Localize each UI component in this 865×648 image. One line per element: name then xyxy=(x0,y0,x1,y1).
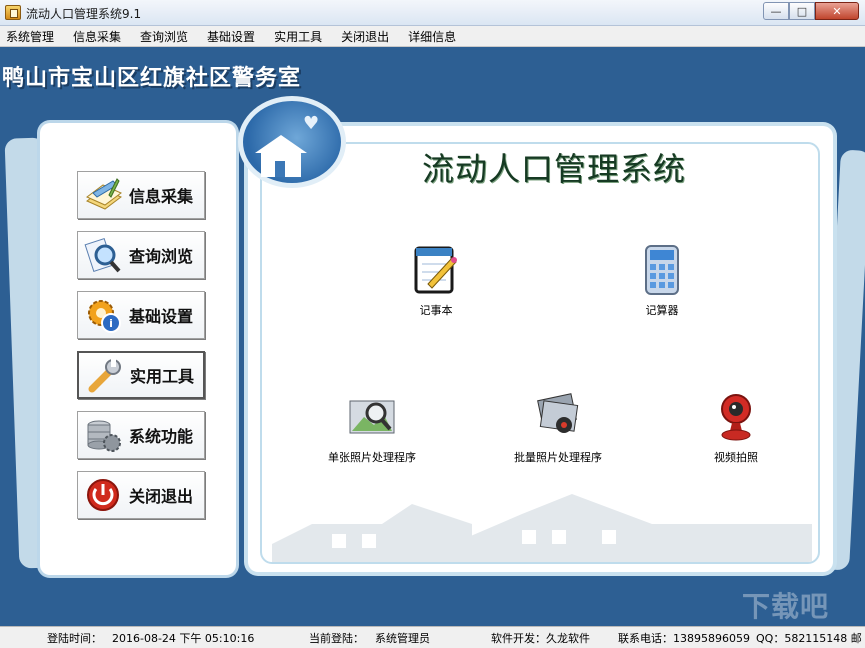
sidebar-item-label: 基础设置 xyxy=(129,307,194,326)
sidebar-panel: 信息采集 查询浏览 i 基础设置 实用工具 系统功能 关闭退出 xyxy=(40,123,236,575)
photo-batch-icon xyxy=(534,391,582,443)
heart-icon: ♥ xyxy=(303,113,320,134)
page-title: 流动人口管理系统 xyxy=(422,150,687,188)
sidebar-item-label: 信息采集 xyxy=(129,187,194,206)
menu-info-collect[interactable]: 信息采集 xyxy=(73,28,121,45)
contact-phone: 联系电话：13895896059 xyxy=(618,632,750,645)
svg-text:i: i xyxy=(109,317,113,330)
minimize-button[interactable]: — xyxy=(763,2,789,20)
sidebar-item-label: 实用工具 xyxy=(130,367,195,386)
current-user-value: 系统管理员 xyxy=(375,632,430,645)
main-content: 流动人口管理系统 记事本 记算器 单张照片处理程序 批量照片处理程序 视频拍照 xyxy=(260,142,820,564)
menu-utilities[interactable]: 实用工具 xyxy=(274,28,322,45)
sidebar-item-label: 系统功能 xyxy=(129,427,194,446)
webcam-icon xyxy=(712,391,760,443)
sidebar-item-system-functions[interactable]: 系统功能 xyxy=(77,411,205,459)
tool-video-capture[interactable]: 视频拍照 xyxy=(708,391,764,465)
watermark-logo: 下载吧 xyxy=(742,590,830,623)
sidebar-item-info-collect[interactable]: 信息采集 xyxy=(77,171,205,219)
app-icon xyxy=(5,5,21,20)
photo-magnifier-icon xyxy=(348,391,396,443)
tool-label: 记事本 xyxy=(419,304,453,317)
menu-basic-settings[interactable]: 基础设置 xyxy=(207,28,255,45)
sidebar-item-utilities[interactable]: 实用工具 xyxy=(77,351,205,399)
contact-qq: QQ：582115148 邮 xyxy=(756,632,862,645)
menu-details[interactable]: 详细信息 xyxy=(408,28,456,45)
notepad-icon xyxy=(412,244,460,296)
tool-label: 单张照片处理程序 xyxy=(328,451,416,464)
sidebar-item-label: 关闭退出 xyxy=(129,487,194,506)
tool-label: 视频拍照 xyxy=(714,451,758,464)
sidebar-item-exit[interactable]: 关闭退出 xyxy=(77,471,205,519)
menu-bar: 系统管理 信息采集 查询浏览 基础设置 实用工具 关闭退出 详细信息 xyxy=(0,26,865,47)
house-logo: ♥ xyxy=(238,96,346,188)
building-silhouette-decoration xyxy=(272,494,812,562)
tool-calculator[interactable]: 记算器 xyxy=(638,244,686,318)
window-title: 流动人口管理系统9.1 xyxy=(26,7,142,21)
login-time-label: 登陆时间： xyxy=(47,632,102,645)
gear-info-icon: i xyxy=(83,295,123,335)
wrench-icon xyxy=(84,355,124,395)
maximize-button[interactable]: □ xyxy=(789,2,815,20)
current-user-label: 当前登陆： xyxy=(309,632,364,645)
menu-system-manage[interactable]: 系统管理 xyxy=(6,28,54,45)
title-bar: 流动人口管理系统9.1 — □ ✕ xyxy=(0,0,865,26)
menu-query-browse[interactable]: 查询浏览 xyxy=(140,28,188,45)
close-button[interactable]: ✕ xyxy=(815,2,859,20)
tool-batch-photo[interactable]: 批量照片处理程序 xyxy=(503,391,613,465)
tool-label: 批量照片处理程序 xyxy=(514,451,602,464)
sidebar-item-label: 查询浏览 xyxy=(129,247,194,266)
power-icon xyxy=(83,475,123,515)
organization-title: 鸭山市宝山区红旗社区警务室 xyxy=(2,65,302,91)
main-panel: 流动人口管理系统 记事本 记算器 单张照片处理程序 批量照片处理程序 视频拍照 xyxy=(248,126,833,572)
query-browse-icon xyxy=(83,235,123,275)
calculator-icon xyxy=(638,244,686,296)
login-time-value: 2016-08-24 下午 05:10:16 xyxy=(112,632,255,645)
info-collect-icon xyxy=(83,175,123,215)
sidebar-item-query-browse[interactable]: 查询浏览 xyxy=(77,231,205,279)
tool-label: 记算器 xyxy=(645,304,679,317)
sidebar-item-basic-settings[interactable]: i 基础设置 xyxy=(77,291,205,339)
menu-exit[interactable]: 关闭退出 xyxy=(341,28,389,45)
tool-notepad[interactable]: 记事本 xyxy=(412,244,460,318)
developer-info: 软件开发：久龙软件 xyxy=(491,632,590,645)
tool-single-photo[interactable]: 单张照片处理程序 xyxy=(317,391,427,465)
window-controls: — □ ✕ xyxy=(763,2,859,20)
database-icon xyxy=(83,415,123,455)
status-bar: 登陆时间： 2016-08-24 下午 05:10:16 当前登陆： 系统管理员… xyxy=(0,626,865,648)
